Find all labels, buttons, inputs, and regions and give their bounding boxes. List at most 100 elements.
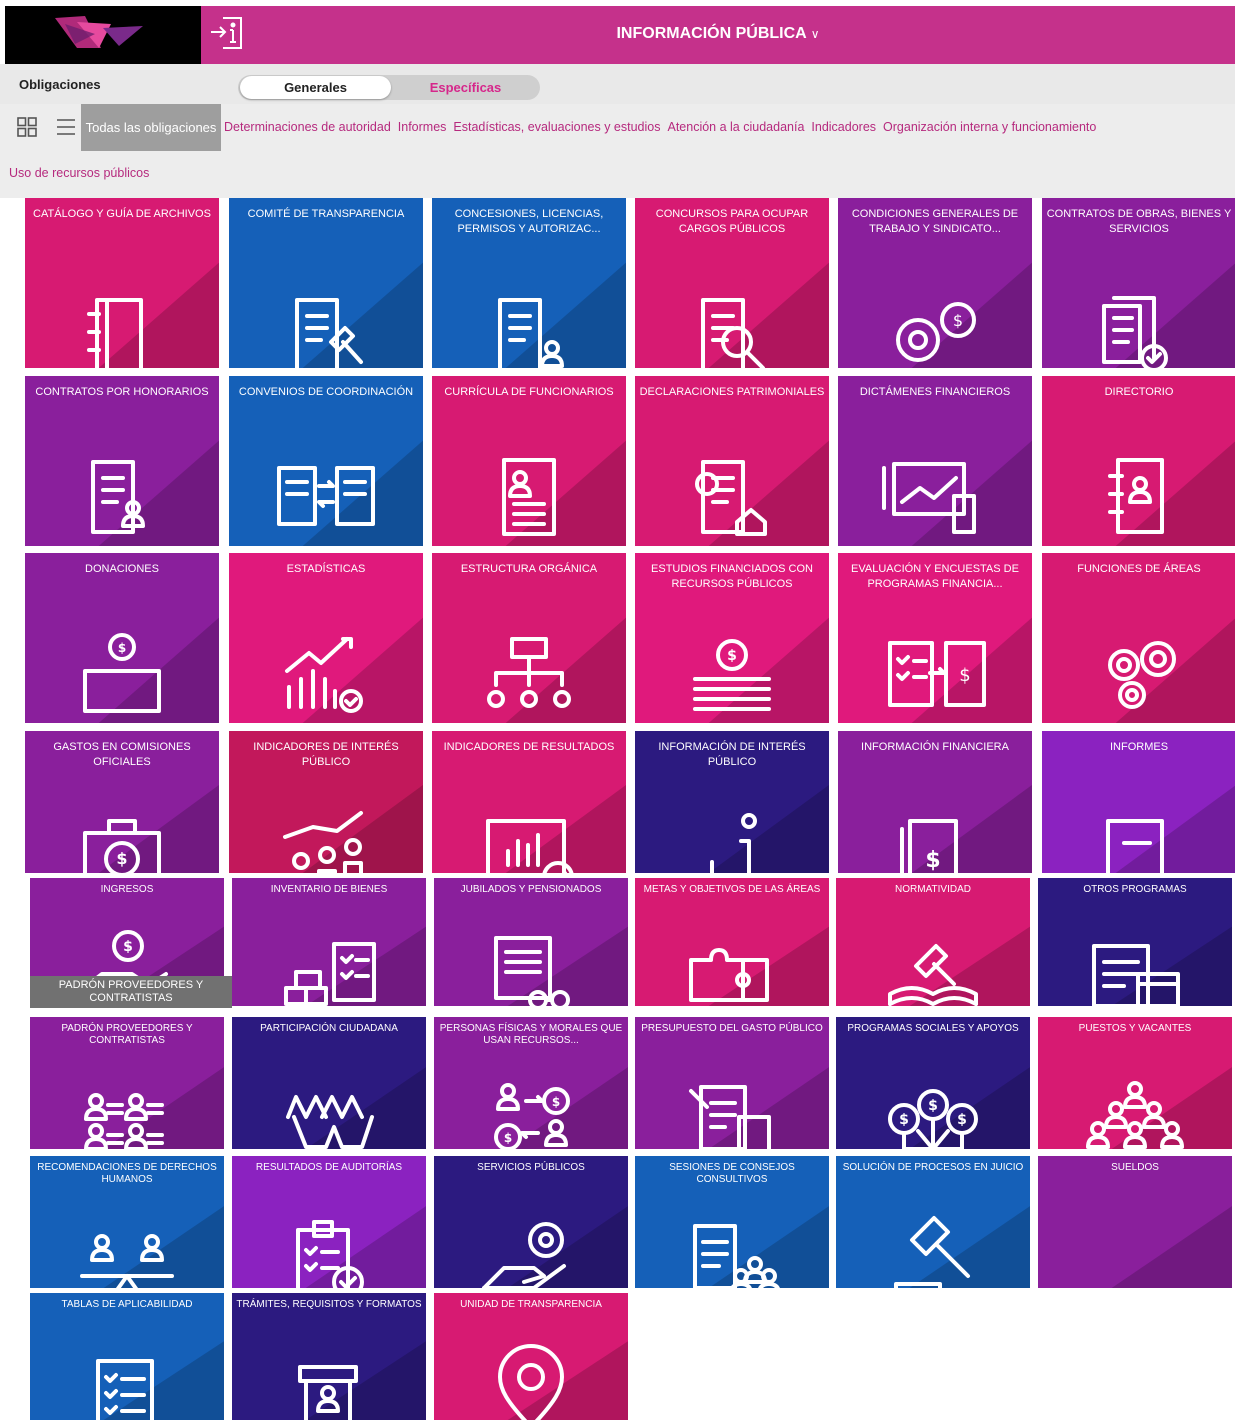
- tile-label: CONCURSOS PARA OCUPAR CARGOS PÚBLICOS: [655, 208, 809, 235]
- obligation-tile[interactable]: DECLARACIONES PATRIMONIALES: [635, 376, 829, 546]
- obligation-tile[interactable]: INFORMACIÓN DE INTERÉS PÚBLICO: [635, 731, 829, 873]
- tile-label: CONTRATOS DE OBRAS, BIENES Y SERVICIOS: [1046, 208, 1232, 235]
- filter-item[interactable]: Indicadores: [811, 120, 876, 134]
- tile-label: OTROS PROGRAMAS: [1083, 884, 1187, 895]
- obligation-tile[interactable]: CONVENIOS DE COORDINACIÓN: [229, 376, 423, 546]
- tile-label: CATÁLOGO Y GUÍA DE ARCHIVOS: [33, 208, 211, 220]
- toggle-generales[interactable]: Generales: [240, 76, 391, 99]
- obligation-tile[interactable]: PERSONAS FÍSICAS Y MORALES QUE USAN RECU…: [434, 1017, 628, 1149]
- banknotes-icon: [1080, 1200, 1190, 1288]
- obligation-tile[interactable]: FUNCIONES DE ÁREAS: [1042, 553, 1235, 723]
- svg-text:$: $: [925, 848, 940, 873]
- document-user-icon: [67, 442, 177, 546]
- tile-label: PADRÓN PROVEEDORES Y CONTRATISTAS: [61, 1023, 193, 1046]
- obligation-tile[interactable]: ESTRUCTURA ORGÁNICA: [432, 553, 626, 723]
- gavel-icon: [878, 1200, 988, 1288]
- logo-mark: [55, 16, 143, 48]
- filter-all[interactable]: Todas las obligaciones: [81, 104, 221, 151]
- obligation-tile[interactable]: DONACIONES $: [25, 553, 219, 723]
- obligation-tile[interactable]: GASTOS EN COMISIONES OFICIALES $: [25, 731, 219, 873]
- tile-label: FUNCIONES DE ÁREAS: [1077, 563, 1201, 575]
- obligation-tile[interactable]: ESTUDIOS FINANCIADOS CON RECURSOS PÚBLIC…: [635, 553, 829, 723]
- exchange-documents-icon: [271, 442, 381, 546]
- obligation-tile[interactable]: DIRECTORIO: [1042, 376, 1235, 546]
- document-glasses-icon: [476, 918, 586, 1006]
- obligation-tile[interactable]: INDICADORES DE INTERÉS PÚBLICO: [229, 731, 423, 873]
- org-chart-icon: [474, 619, 584, 723]
- obligation-tile[interactable]: TRÁMITES, REQUISITOS Y FORMATOS: [232, 1293, 426, 1420]
- obligation-tile[interactable]: SESIONES DE CONSEJOS CONSULTIVOS: [635, 1156, 829, 1288]
- tile-label: INFORMES: [1109, 741, 1169, 753]
- grid-view-icon[interactable]: [16, 116, 38, 138]
- filter-item[interactable]: Uso de recursos públicos: [9, 166, 149, 180]
- obligation-tile[interactable]: SOLUCIÓN DE PROCESOS EN JUICIO: [836, 1156, 1030, 1288]
- tile-label: INGRESOS: [100, 884, 154, 895]
- obligation-tile[interactable]: PRESUPUESTO DEL GASTO PÚBLICO: [635, 1017, 829, 1149]
- clipboard-check-icon: [274, 1200, 384, 1288]
- obligation-tile[interactable]: ESTADÍSTICAS: [229, 553, 423, 723]
- obligation-tile[interactable]: DICTÁMENES FINANCIEROS: [838, 376, 1032, 546]
- svg-text:$: $: [118, 641, 126, 655]
- obligation-tile[interactable]: SUELDOS: [1038, 1156, 1232, 1288]
- obligation-tile[interactable]: CONTRATOS DE OBRAS, BIENES Y SERVICIOS: [1042, 198, 1235, 368]
- tile-label: PUESTOS Y VACANTES: [1078, 1023, 1192, 1034]
- obligation-tile[interactable]: JUBILADOS Y PENSIONADOS: [434, 878, 628, 1006]
- toggle-especificas[interactable]: Específicas: [391, 76, 540, 99]
- logo[interactable]: [5, 6, 201, 64]
- obligation-tile[interactable]: NORMATIVIDAD: [836, 878, 1030, 1006]
- people-list-icon: [72, 1061, 182, 1149]
- obligation-tile[interactable]: PROGRAMAS SOCIALES Y APOYOS $ $ $: [836, 1017, 1030, 1149]
- obligation-tile[interactable]: CONCURSOS PARA OCUPAR CARGOS PÚBLICOS: [635, 198, 829, 368]
- obligation-tile[interactable]: OTROS PROGRAMAS: [1038, 878, 1232, 1006]
- document-gavel-icon: [271, 280, 381, 368]
- tile-label: NORMATIVIDAD: [895, 884, 971, 895]
- balance-people-icon: [72, 1200, 182, 1288]
- obligation-tile[interactable]: EVALUACIÓN Y ENCUESTAS DE PROGRAMAS FINA…: [838, 553, 1032, 723]
- obligation-tile[interactable]: PUESTOS Y VACANTES: [1038, 1017, 1232, 1149]
- tile-label: CONCESIONES, LICENCIAS, PERMISOS Y AUTOR…: [454, 208, 604, 235]
- obligation-tile[interactable]: INVENTARIO DE BIENES: [232, 878, 426, 1006]
- obligation-tile[interactable]: METAS Y OBJETIVOS DE LAS ÁREAS: [635, 878, 829, 1006]
- svg-text:$: $: [504, 1131, 512, 1145]
- svg-text:$: $: [957, 1112, 967, 1128]
- binder-icon: [67, 280, 177, 368]
- obligation-tile[interactable]: CONTRATOS POR HONORARIOS: [25, 376, 219, 546]
- obligation-tile[interactable]: PARTICIPACIÓN CIUDADANA: [232, 1017, 426, 1149]
- tile-label: SUELDOS: [1111, 1162, 1159, 1173]
- document-calendar-icon: [1080, 918, 1190, 1006]
- header-title[interactable]: INFORMACIÓN PÚBLICA ∨: [201, 25, 1235, 43]
- filter-item[interactable]: Determinaciones de autoridad: [224, 120, 391, 134]
- obligation-tile[interactable]: INDICADORES DE RESULTADOS: [432, 731, 626, 873]
- header-bar: INFORMACIÓN PÚBLICA ∨: [201, 6, 1235, 64]
- obligation-tile[interactable]: TABLAS DE APLICABILIDAD: [30, 1293, 224, 1420]
- obligation-tile[interactable]: CONDICIONES GENERALES DE TRABAJO Y SINDI…: [838, 198, 1032, 368]
- inventory-boxes-icon: [274, 918, 384, 1006]
- obligation-tile[interactable]: CURRÍCULA DE FUNCIONARIOS: [432, 376, 626, 546]
- tile-label: CONDICIONES GENERALES DE TRABAJO Y SINDI…: [851, 208, 1019, 235]
- obligation-tile[interactable]: PADRÓN PROVEEDORES Y CONTRATISTAS: [30, 1017, 224, 1149]
- filter-item[interactable]: Organización interna y funcionamiento: [883, 120, 1096, 134]
- tile-label: RESULTADOS DE AUDITORÍAS: [255, 1162, 403, 1173]
- plus-info-icon: [677, 797, 787, 873]
- obligaciones-label: Obligaciones: [19, 77, 101, 92]
- obligations-toggle[interactable]: Generales Específicas: [238, 75, 540, 100]
- list-view-icon[interactable]: [55, 116, 77, 138]
- obligation-tile[interactable]: INFORMES: [1042, 731, 1235, 873]
- obligation-tile[interactable]: SERVICIOS PÚBLICOS: [434, 1156, 628, 1288]
- filter-item[interactable]: Informes: [398, 120, 447, 134]
- obligation-tile[interactable]: INFORMACIÓN FINANCIERA $: [838, 731, 1032, 873]
- documents-check-icon: [1084, 280, 1194, 368]
- team-icon: [1080, 1061, 1190, 1149]
- obligation-tile[interactable]: COMITÉ DE TRANSPARENCIA: [229, 198, 423, 368]
- obligation-tile[interactable]: RESULTADOS DE AUDITORÍAS: [232, 1156, 426, 1288]
- obligation-tile[interactable]: CONCESIONES, LICENCIAS, PERMISOS Y AUTOR…: [432, 198, 626, 368]
- obligations-bar: Obligaciones Generales Específicas: [0, 64, 1235, 104]
- filter-item[interactable]: Atención a la ciudadanía: [667, 120, 804, 134]
- obligation-tile[interactable]: CATÁLOGO Y GUÍA DE ARCHIVOS: [25, 198, 219, 368]
- donation-box-icon: $: [67, 619, 177, 723]
- tile-label: GASTOS EN COMISIONES OFICIALES: [53, 741, 191, 768]
- filter-item[interactable]: Estadísticas, evaluaciones y estudios: [453, 120, 660, 134]
- obligation-tile[interactable]: UNIDAD DE TRANSPARENCIA: [434, 1293, 628, 1420]
- obligation-tile[interactable]: RECOMENDACIONES DE DERECHOS HUMANOS: [30, 1156, 224, 1288]
- chart-calculator-icon: [880, 442, 990, 546]
